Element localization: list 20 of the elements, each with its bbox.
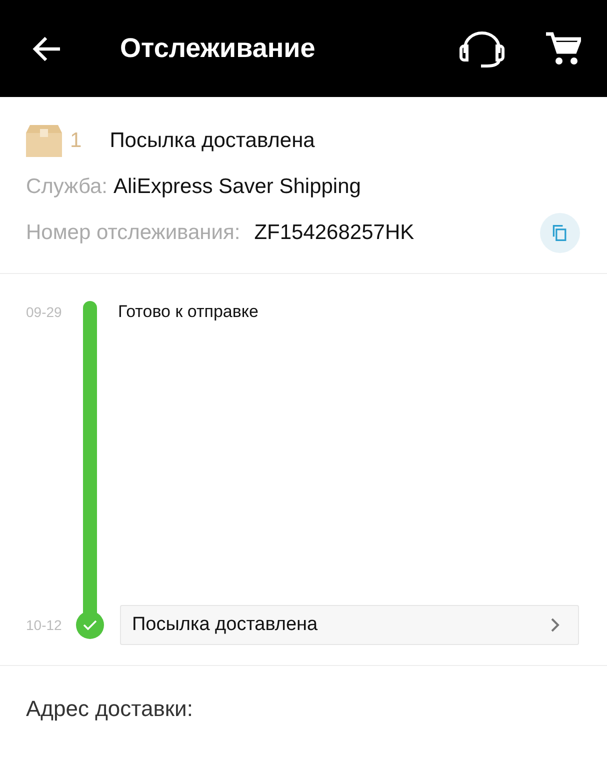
event-date: 09-29	[26, 304, 63, 320]
back-arrow-icon[interactable]	[32, 36, 62, 62]
cart-icon[interactable]	[545, 30, 581, 66]
headset-icon[interactable]	[459, 28, 505, 68]
address-label: Адрес доставки:	[26, 696, 193, 721]
package-status: Посылка доставлена	[110, 129, 315, 153]
package-icon	[26, 125, 62, 157]
package-count: 1	[70, 129, 82, 153]
tracking-number: ZF154268257HK	[254, 221, 416, 245]
event-date: 10-12	[26, 617, 63, 633]
event-card[interactable]: Посылка доставлена	[120, 605, 579, 645]
event-text: Готово к отправке	[118, 302, 258, 322]
event-text: Посылка доставлена	[132, 614, 318, 636]
service-label: Служба:	[26, 175, 108, 198]
copy-icon	[551, 224, 569, 242]
chevron-right-icon	[550, 617, 560, 633]
page-title: Отслеживание	[120, 33, 316, 64]
service-name: AliExpress Saver Shipping	[114, 175, 361, 198]
copy-button[interactable]	[540, 213, 580, 253]
tracking-label: Номер отслеживания:	[26, 221, 240, 245]
